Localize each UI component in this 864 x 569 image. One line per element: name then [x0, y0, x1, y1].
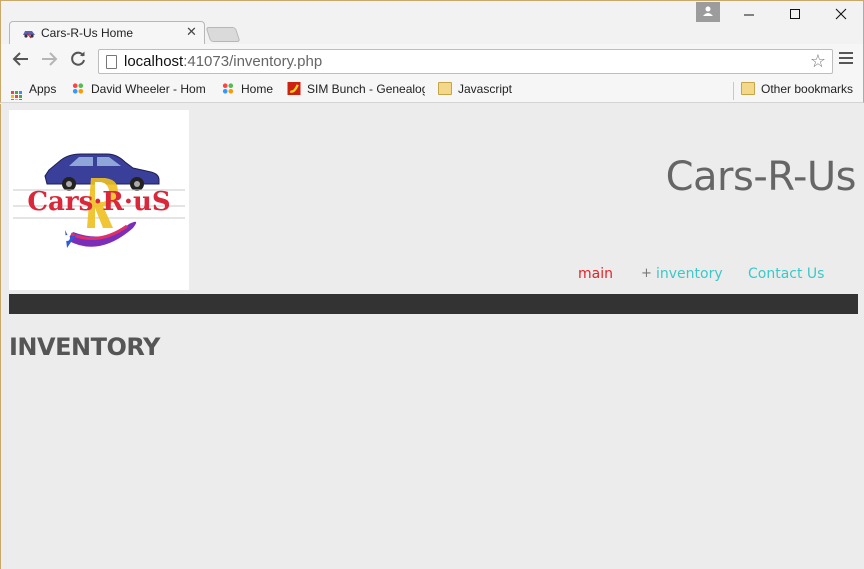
menu-icon[interactable]: [839, 52, 853, 67]
bookmark-david-wheeler[interactable]: David Wheeler - Hom: [71, 82, 207, 100]
site-logo[interactable]: Cars·R·uS: [9, 110, 189, 290]
other-bookmarks[interactable]: Other bookmarks: [741, 82, 859, 100]
url-text[interactable]: localhost:41073/inventory.php: [124, 53, 322, 70]
new-tab-button[interactable]: [205, 27, 241, 42]
close-window-button[interactable]: [821, 5, 861, 27]
joomla-icon: [222, 83, 234, 94]
reload-icon: [71, 51, 85, 66]
browser-tab[interactable]: Cars-R-Us Home ✕: [9, 21, 205, 45]
maximize-button[interactable]: [775, 5, 815, 27]
browser-toolbar: localhost:41073/inventory.php ☆: [0, 44, 864, 78]
close-icon: [835, 8, 847, 20]
folder-icon: [741, 82, 755, 95]
car-logo-icon: Cars·R·uS: [13, 153, 185, 248]
bookmark-star-icon[interactable]: ☆: [810, 51, 826, 72]
logo-text: Cars·R·uS: [27, 187, 170, 217]
bookmarks-bar: Apps David Wheeler - Hom Home SIM Bunch …: [0, 78, 864, 103]
site-title: Cars-R-Us: [665, 154, 857, 200]
nav-contact-link[interactable]: Contact Us: [748, 266, 824, 282]
bookmark-sim-bunch[interactable]: SIM Bunch - Genealog: [287, 82, 425, 100]
bookmark-javascript[interactable]: Javascript: [438, 82, 518, 100]
page-content: Cars·R·uS Cars-R-Us main + inventory Con…: [0, 104, 864, 569]
browser-titlebar: Cars-R-Us Home ✕: [0, 0, 864, 45]
banana-icon: [287, 82, 301, 95]
maximize-icon: [790, 9, 800, 19]
bookmark-apps[interactable]: Apps: [11, 82, 63, 100]
tab-title: Cars-R-Us Home: [41, 26, 134, 40]
apps-grid-icon: [11, 91, 22, 100]
forward-button[interactable]: [38, 50, 60, 72]
address-bar[interactable]: localhost:41073/inventory.php ☆: [98, 49, 833, 74]
bookmark-home[interactable]: Home: [221, 82, 281, 100]
minimize-button[interactable]: [729, 5, 769, 27]
joomla-icon: [72, 83, 84, 94]
forward-arrow-icon: [42, 52, 58, 66]
back-button[interactable]: [10, 50, 32, 72]
page-icon: [106, 55, 117, 69]
header-divider-bar: [9, 294, 858, 314]
back-arrow-icon: [12, 52, 28, 66]
tab-close-icon[interactable]: ✕: [186, 25, 197, 40]
car-favicon-icon: [22, 27, 36, 39]
nav-main-link[interactable]: main: [578, 266, 613, 282]
page-heading: INVENTORY: [9, 333, 160, 361]
reload-button[interactable]: [67, 50, 89, 72]
bookmarks-separator: [733, 82, 734, 100]
profile-icon: [703, 6, 713, 16]
folder-icon: [438, 82, 452, 95]
nav-plus-icon: +: [641, 266, 652, 281]
nav-inventory-link[interactable]: inventory: [656, 266, 723, 282]
minimize-icon: [744, 14, 754, 16]
profile-button[interactable]: [696, 2, 720, 22]
